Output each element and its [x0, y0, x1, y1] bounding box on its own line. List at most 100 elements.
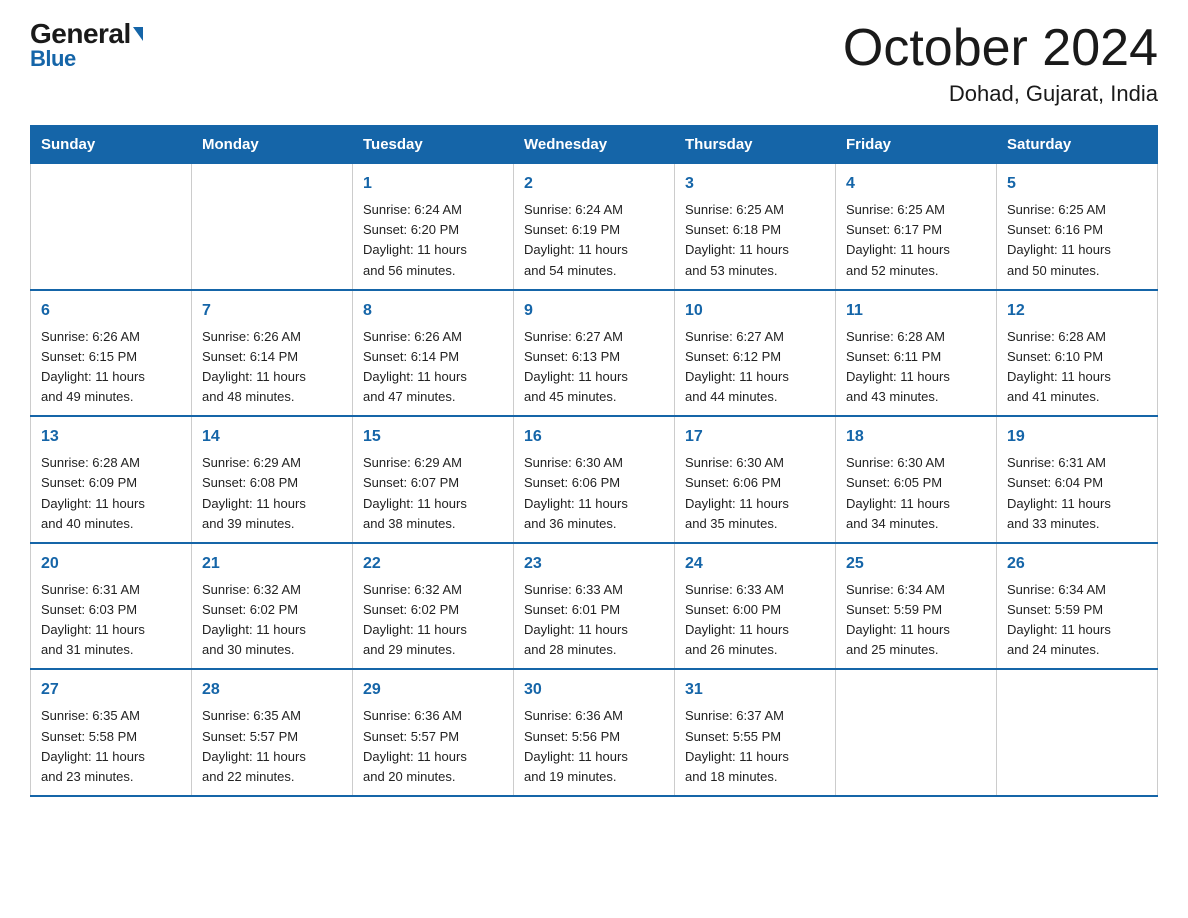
day-number: 16: [524, 425, 664, 449]
day-number: 17: [685, 425, 825, 449]
calendar-day-header: Thursday: [675, 126, 836, 164]
day-number: 15: [363, 425, 503, 449]
calendar-day-header: Monday: [192, 126, 353, 164]
calendar-cell: 24 Sunrise: 6:33 AMSunset: 6:00 PMDayligh…: [675, 543, 836, 670]
day-number: 19: [1007, 425, 1147, 449]
day-number: 18: [846, 425, 986, 449]
day-number: 12: [1007, 299, 1147, 323]
calendar-cell: [836, 669, 997, 796]
day-number: 26: [1007, 552, 1147, 576]
calendar-cell: 19 Sunrise: 6:31 AMSunset: 6:04 PMDayligh…: [997, 416, 1158, 543]
day-info: Sunrise: 6:30 AMSunset: 6:05 PMDaylight:…: [846, 453, 986, 534]
calendar-cell: 3 Sunrise: 6:25 AMSunset: 6:18 PMDaylight…: [675, 164, 836, 290]
day-number: 23: [524, 552, 664, 576]
day-number: 9: [524, 299, 664, 323]
calendar-cell: [192, 164, 353, 290]
day-number: 24: [685, 552, 825, 576]
day-info: Sunrise: 6:33 AMSunset: 6:00 PMDaylight:…: [685, 580, 825, 661]
calendar-cell: [997, 669, 1158, 796]
day-number: 27: [41, 678, 181, 702]
day-number: 1: [363, 172, 503, 196]
day-number: 14: [202, 425, 342, 449]
calendar-day-header: Friday: [836, 126, 997, 164]
calendar-cell: 1 Sunrise: 6:24 AMSunset: 6:20 PMDaylight…: [353, 164, 514, 290]
day-number: 3: [685, 172, 825, 196]
page-header: General Blue October 2024 Dohad, Gujarat…: [30, 20, 1158, 107]
day-info: Sunrise: 6:25 AMSunset: 6:18 PMDaylight:…: [685, 200, 825, 281]
logo-blue-text: Blue: [30, 46, 76, 72]
day-info: Sunrise: 6:35 AMSunset: 5:58 PMDaylight:…: [41, 706, 181, 787]
day-info: Sunrise: 6:34 AMSunset: 5:59 PMDaylight:…: [846, 580, 986, 661]
day-number: 8: [363, 299, 503, 323]
day-number: 2: [524, 172, 664, 196]
calendar-cell: 2 Sunrise: 6:24 AMSunset: 6:19 PMDaylight…: [514, 164, 675, 290]
day-info: Sunrise: 6:24 AMSunset: 6:20 PMDaylight:…: [363, 200, 503, 281]
calendar-cell: 21Sunrise: 6:32 AMSunset: 6:02 PMDayligh…: [192, 543, 353, 670]
calendar-cell: 23 Sunrise: 6:33 AMSunset: 6:01 PMDayligh…: [514, 543, 675, 670]
calendar-cell: 16 Sunrise: 6:30 AMSunset: 6:06 PMDayligh…: [514, 416, 675, 543]
day-info: Sunrise: 6:31 AMSunset: 6:04 PMDaylight:…: [1007, 453, 1147, 534]
calendar-cell: 18 Sunrise: 6:30 AMSunset: 6:05 PMDayligh…: [836, 416, 997, 543]
calendar-cell: 14 Sunrise: 6:29 AMSunset: 6:08 PMDayligh…: [192, 416, 353, 543]
day-number: 28: [202, 678, 342, 702]
day-number: 29: [363, 678, 503, 702]
calendar-cell: [31, 164, 192, 290]
day-info: Sunrise: 6:29 AMSunset: 6:08 PMDaylight:…: [202, 453, 342, 534]
calendar-cell: 15 Sunrise: 6:29 AMSunset: 6:07 PMDayligh…: [353, 416, 514, 543]
calendar-cell: 31Sunrise: 6:37 AMSunset: 5:55 PMDayligh…: [675, 669, 836, 796]
calendar-day-header: Saturday: [997, 126, 1158, 164]
day-number: 21: [202, 552, 342, 576]
calendar-title: October 2024: [843, 20, 1158, 77]
calendar-table: SundayMondayTuesdayWednesdayThursdayFrid…: [30, 125, 1158, 797]
day-info: Sunrise: 6:28 AMSunset: 6:11 PMDaylight:…: [846, 327, 986, 408]
day-info: Sunrise: 6:26 AMSunset: 6:14 PMDaylight:…: [202, 327, 342, 408]
day-info: Sunrise: 6:35 AMSunset: 5:57 PMDaylight:…: [202, 706, 342, 787]
day-number: 20: [41, 552, 181, 576]
day-info: Sunrise: 6:24 AMSunset: 6:19 PMDaylight:…: [524, 200, 664, 281]
calendar-cell: 6Sunrise: 6:26 AMSunset: 6:15 PMDaylight…: [31, 290, 192, 417]
day-info: Sunrise: 6:36 AMSunset: 5:56 PMDaylight:…: [524, 706, 664, 787]
calendar-day-header: Sunday: [31, 126, 192, 164]
calendar-cell: 10Sunrise: 6:27 AMSunset: 6:12 PMDayligh…: [675, 290, 836, 417]
day-number: 22: [363, 552, 503, 576]
calendar-cell: 17 Sunrise: 6:30 AMSunset: 6:06 PMDayligh…: [675, 416, 836, 543]
calendar-cell: 29 Sunrise: 6:36 AMSunset: 5:57 PMDayligh…: [353, 669, 514, 796]
calendar-cell: 20Sunrise: 6:31 AMSunset: 6:03 PMDayligh…: [31, 543, 192, 670]
calendar-subtitle: Dohad, Gujarat, India: [843, 81, 1158, 107]
calendar-cell: 12 Sunrise: 6:28 AMSunset: 6:10 PMDayligh…: [997, 290, 1158, 417]
calendar-cell: 9 Sunrise: 6:27 AMSunset: 6:13 PMDaylight…: [514, 290, 675, 417]
day-number: 25: [846, 552, 986, 576]
day-info: Sunrise: 6:27 AMSunset: 6:13 PMDaylight:…: [524, 327, 664, 408]
day-info: Sunrise: 6:30 AMSunset: 6:06 PMDaylight:…: [685, 453, 825, 534]
day-info: Sunrise: 6:36 AMSunset: 5:57 PMDaylight:…: [363, 706, 503, 787]
calendar-cell: 25 Sunrise: 6:34 AMSunset: 5:59 PMDayligh…: [836, 543, 997, 670]
day-info: Sunrise: 6:28 AMSunset: 6:09 PMDaylight:…: [41, 453, 181, 534]
day-info: Sunrise: 6:26 AMSunset: 6:15 PMDaylight:…: [41, 327, 181, 408]
day-info: Sunrise: 6:26 AMSunset: 6:14 PMDaylight:…: [363, 327, 503, 408]
logo: General Blue: [30, 20, 143, 72]
day-info: Sunrise: 6:29 AMSunset: 6:07 PMDaylight:…: [363, 453, 503, 534]
day-info: Sunrise: 6:25 AMSunset: 6:16 PMDaylight:…: [1007, 200, 1147, 281]
calendar-day-header: Wednesday: [514, 126, 675, 164]
calendar-cell: 30 Sunrise: 6:36 AMSunset: 5:56 PMDayligh…: [514, 669, 675, 796]
calendar-cell: 8 Sunrise: 6:26 AMSunset: 6:14 PMDaylight…: [353, 290, 514, 417]
day-number: 4: [846, 172, 986, 196]
day-number: 7: [202, 299, 342, 323]
day-info: Sunrise: 6:27 AMSunset: 6:12 PMDaylight:…: [685, 327, 825, 408]
day-number: 11: [846, 299, 986, 323]
day-info: Sunrise: 6:25 AMSunset: 6:17 PMDaylight:…: [846, 200, 986, 281]
logo-arrow-icon: [133, 27, 143, 41]
logo-general-text: General: [30, 20, 143, 48]
day-info: Sunrise: 6:32 AMSunset: 6:02 PMDaylight:…: [363, 580, 503, 661]
calendar-cell: 27 Sunrise: 6:35 AMSunset: 5:58 PMDayligh…: [31, 669, 192, 796]
calendar-cell: 13Sunrise: 6:28 AMSunset: 6:09 PMDayligh…: [31, 416, 192, 543]
calendar-cell: 11 Sunrise: 6:28 AMSunset: 6:11 PMDayligh…: [836, 290, 997, 417]
calendar-cell: 26Sunrise: 6:34 AMSunset: 5:59 PMDayligh…: [997, 543, 1158, 670]
day-info: Sunrise: 6:37 AMSunset: 5:55 PMDaylight:…: [685, 706, 825, 787]
calendar-cell: 28 Sunrise: 6:35 AMSunset: 5:57 PMDayligh…: [192, 669, 353, 796]
title-section: October 2024 Dohad, Gujarat, India: [843, 20, 1158, 107]
day-info: Sunrise: 6:28 AMSunset: 6:10 PMDaylight:…: [1007, 327, 1147, 408]
day-info: Sunrise: 6:30 AMSunset: 6:06 PMDaylight:…: [524, 453, 664, 534]
day-info: Sunrise: 6:33 AMSunset: 6:01 PMDaylight:…: [524, 580, 664, 661]
day-number: 30: [524, 678, 664, 702]
